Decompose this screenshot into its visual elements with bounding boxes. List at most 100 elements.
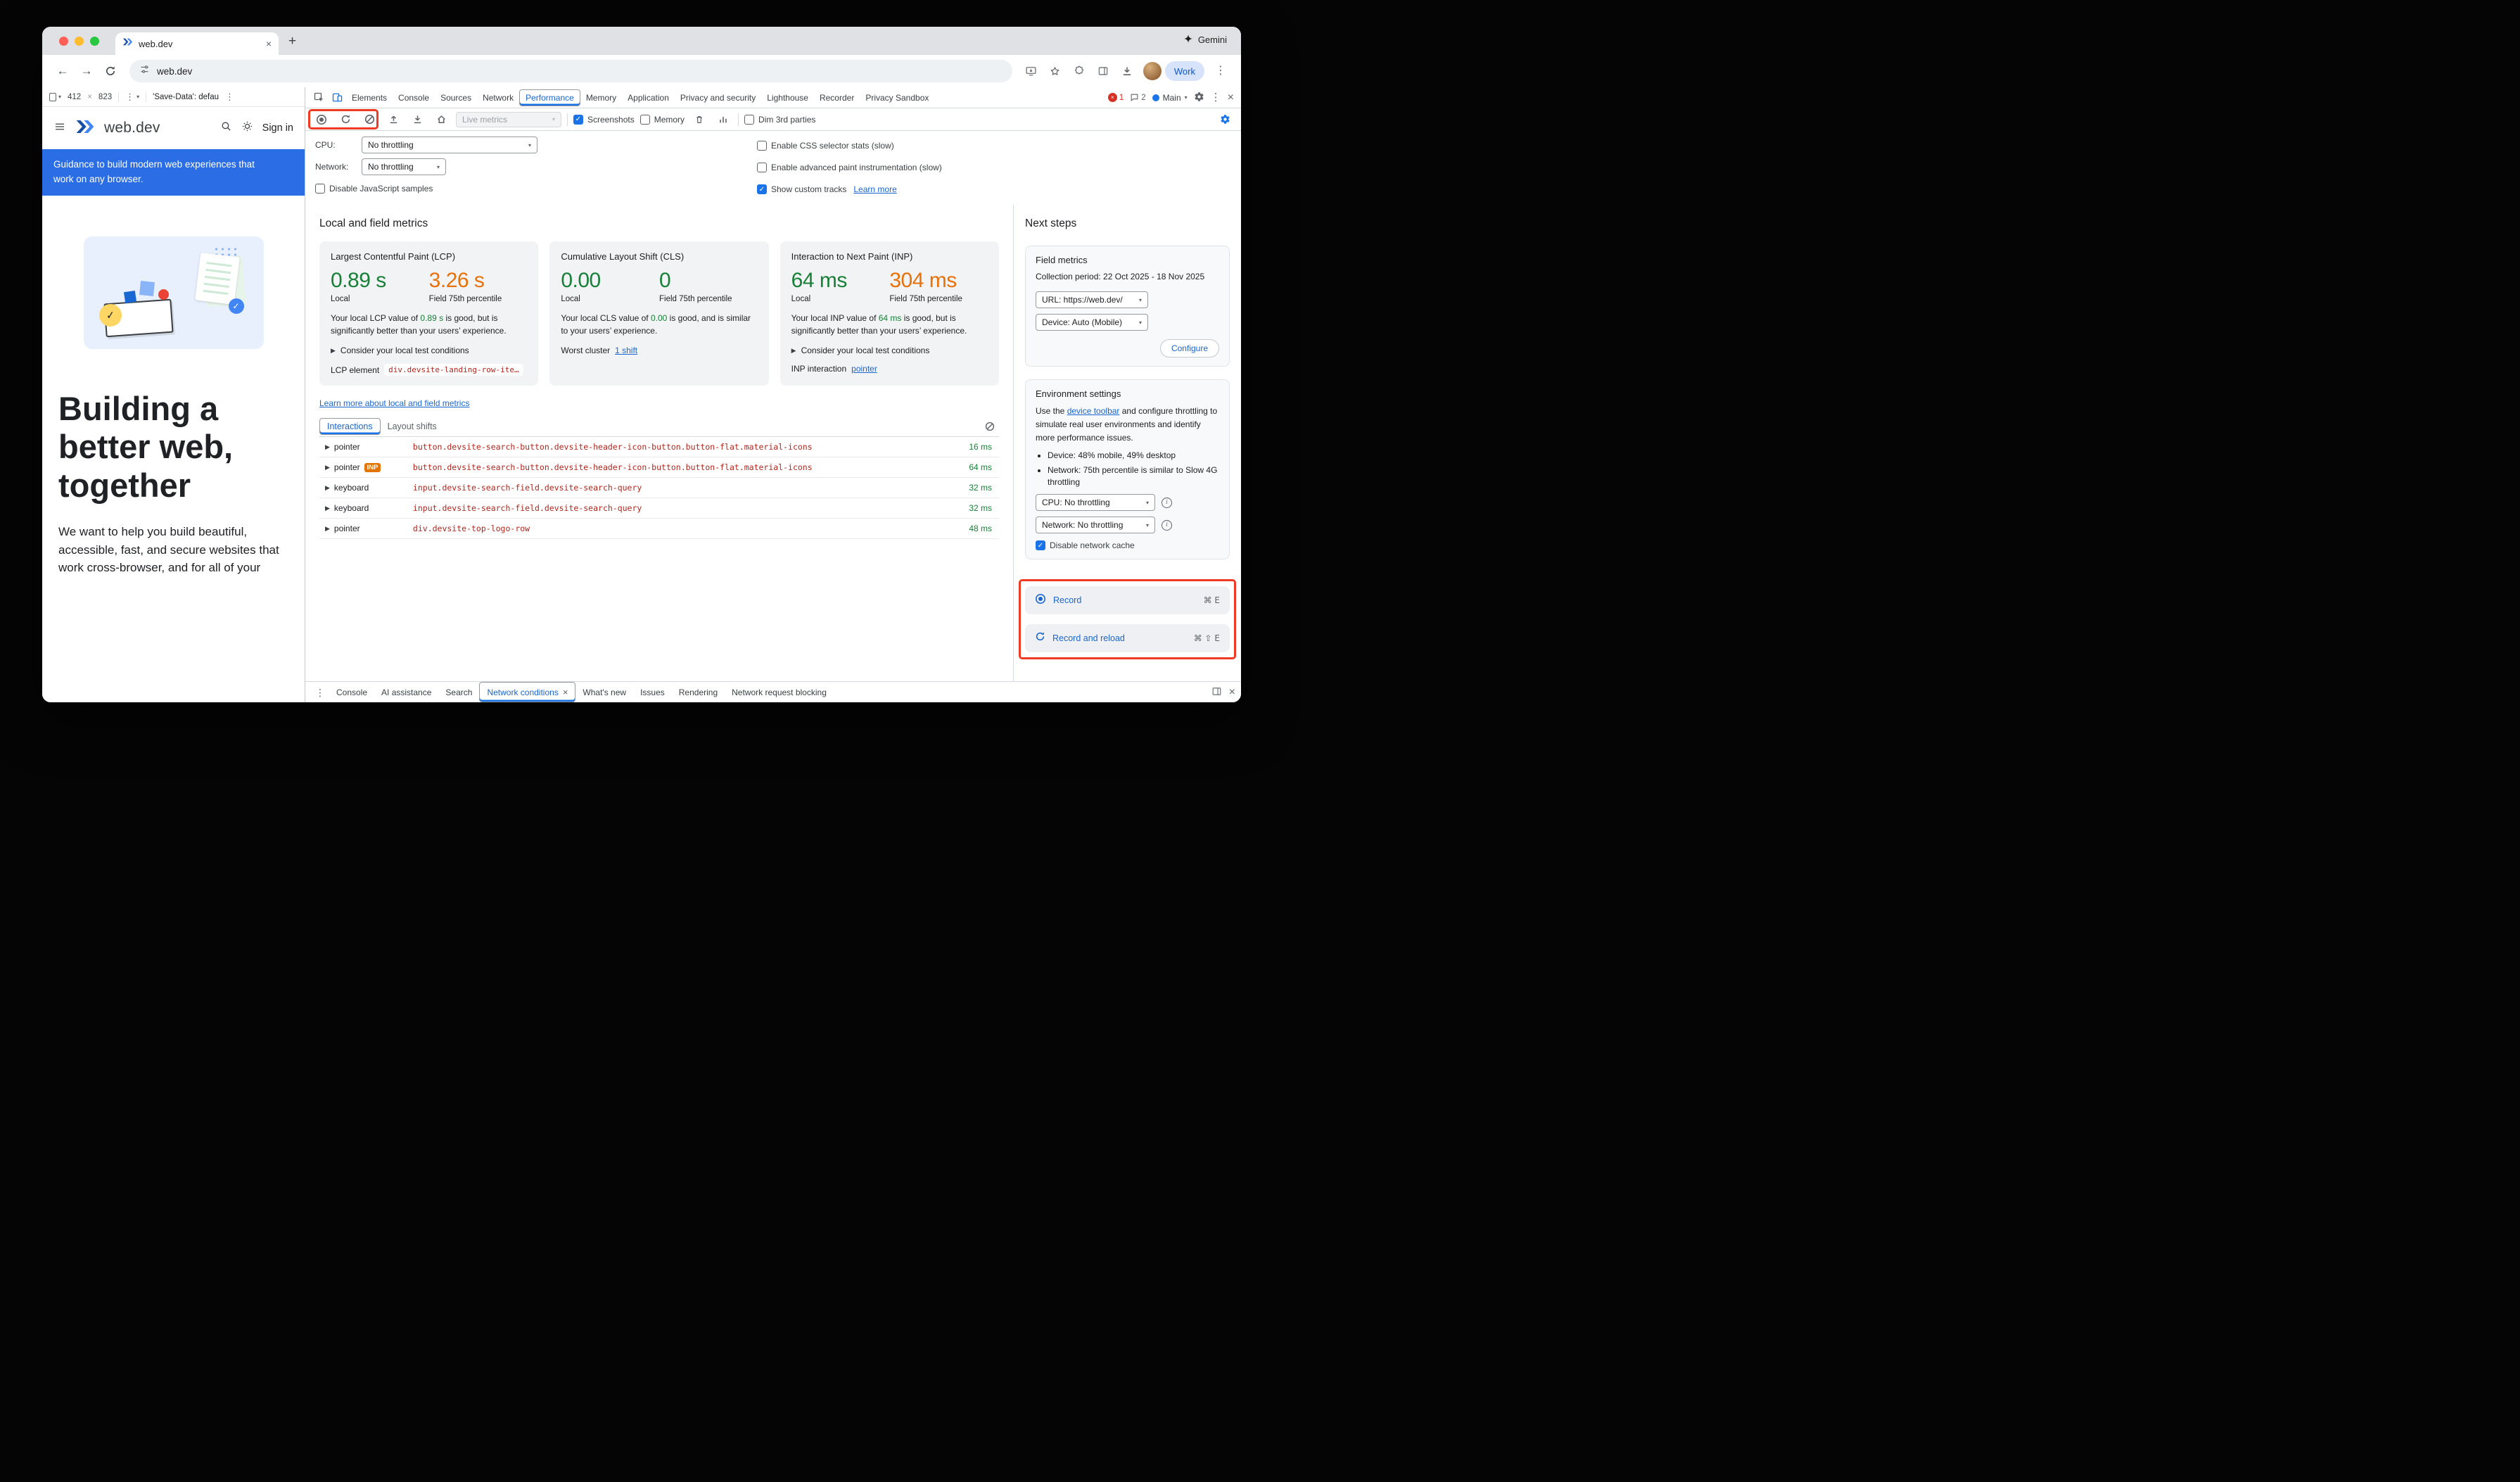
tab-memory[interactable]: Memory xyxy=(580,87,622,108)
worst-cluster-link[interactable]: 1 shift xyxy=(615,346,637,355)
drawer-tab-close-icon[interactable]: × xyxy=(563,688,568,697)
interaction-row[interactable]: ▶ pointer div.devsite-top-logo-row 48 ms xyxy=(319,519,999,539)
screenshots-checkbox[interactable]: Screenshots xyxy=(573,115,635,125)
hamburger-menu-icon[interactable] xyxy=(53,120,66,137)
clear-log-icon[interactable] xyxy=(981,417,999,436)
gemini-button[interactable]: Gemini xyxy=(1183,34,1227,46)
promo-banner[interactable]: Guidance to build modern web experiences… xyxy=(42,149,305,196)
row-expand-icon[interactable]: ▶ xyxy=(325,464,330,471)
console-message-badge[interactable]: 2 xyxy=(1130,93,1145,102)
disable-network-cache-checkbox[interactable]: Disable network cache xyxy=(1036,540,1219,550)
record-and-reload-button[interactable]: Record and reload ⌘ ⇧ E xyxy=(1025,624,1230,652)
record-and-reload-icon[interactable] xyxy=(336,110,355,129)
tab-interactions[interactable]: Interactions xyxy=(319,418,381,435)
forward-icon[interactable]: → xyxy=(76,61,97,82)
interaction-row[interactable]: ▶ keyboard input.devsite-search-field.de… xyxy=(319,498,999,519)
tab-lighthouse[interactable]: Lighthouse xyxy=(761,87,814,108)
drawer-tab-network-request-blocking[interactable]: Network request blocking xyxy=(725,682,834,702)
tab-sources[interactable]: Sources xyxy=(435,87,477,108)
field-url-select[interactable]: URL: https://web.dev/▾ xyxy=(1036,291,1148,308)
tab-application[interactable]: Application xyxy=(622,87,675,108)
search-icon[interactable] xyxy=(220,120,232,136)
drawer-menu-icon[interactable]: ⋮ xyxy=(311,688,329,697)
browser-tab[interactable]: web.dev × xyxy=(115,32,279,55)
webdev-logo-text[interactable]: web.dev xyxy=(104,120,160,137)
sidebar-network-select[interactable]: Network: No throttling▾ xyxy=(1036,517,1155,533)
reload-icon[interactable] xyxy=(100,61,121,82)
interaction-row[interactable]: ▶ keyboard input.devsite-search-field.de… xyxy=(319,478,999,498)
minimize-window-button[interactable] xyxy=(75,37,84,46)
paint-instrumentation-checkbox[interactable]: Enable advanced paint instrumentation (s… xyxy=(757,163,942,172)
row-expand-icon[interactable]: ▶ xyxy=(325,505,330,512)
tab-privacy-security[interactable]: Privacy and security xyxy=(675,87,761,108)
extensions-puzzle-icon[interactable] xyxy=(1069,61,1090,82)
drawer-tab-ai-assistance[interactable]: AI assistance xyxy=(374,682,438,702)
drawer-tab-whats-new[interactable]: What's new xyxy=(575,682,633,702)
device-toolbar-more-icon[interactable]: ⋮ xyxy=(225,92,234,101)
sign-in-button[interactable]: Sign in xyxy=(262,122,293,134)
tab-performance[interactable]: Performance xyxy=(519,89,580,106)
clear-icon[interactable] xyxy=(360,110,378,129)
network-throttling-select[interactable]: No throttling▾ xyxy=(362,158,446,175)
field-device-select[interactable]: Device: Auto (Mobile)▾ xyxy=(1036,314,1148,331)
record-button[interactable]: Record ⌘ E xyxy=(1025,586,1230,614)
tab-recorder[interactable]: Recorder xyxy=(814,87,860,108)
garbage-collect-icon[interactable] xyxy=(690,110,708,129)
load-profile-icon[interactable] xyxy=(384,110,402,129)
tab-console[interactable]: Console xyxy=(393,87,435,108)
devtools-menu-icon[interactable]: ⋮ xyxy=(1211,92,1221,103)
inp-interaction-link[interactable]: pointer xyxy=(851,364,877,374)
home-live-metrics-icon[interactable] xyxy=(432,110,450,129)
tab-layout-shifts[interactable]: Layout shifts xyxy=(381,417,444,436)
row-expand-icon[interactable]: ▶ xyxy=(325,484,330,492)
address-bar[interactable]: web.dev xyxy=(129,60,1012,82)
bookmark-star-icon[interactable] xyxy=(1045,61,1066,82)
lcp-element-node-link[interactable]: div.devsite-landing-row-ite… xyxy=(384,364,523,376)
cpu-throttling-select[interactable]: No throttling▾ xyxy=(362,137,537,153)
new-tab-button[interactable]: + xyxy=(288,34,296,49)
devtools-close-icon[interactable]: × xyxy=(1228,92,1234,103)
interaction-row[interactable]: ▶ pointer button.devsite-search-button.d… xyxy=(319,437,999,457)
row-expand-icon[interactable]: ▶ xyxy=(325,525,330,533)
learn-more-metrics-link[interactable]: Learn more about local and field metrics xyxy=(319,398,469,408)
drawer-tab-search[interactable]: Search xyxy=(438,682,479,702)
tab-elements[interactable]: Elements xyxy=(346,87,393,108)
custom-tracks-learn-more-link[interactable]: Learn more xyxy=(853,184,896,194)
error-badge[interactable]: ×1 xyxy=(1108,93,1124,102)
show-custom-tracks-checkbox[interactable]: Show custom tracks xyxy=(757,184,846,194)
disable-js-samples-checkbox[interactable]: Disable JavaScript samples xyxy=(315,184,433,194)
record-icon[interactable] xyxy=(312,110,331,129)
device-toolbar-toggle-icon[interactable] xyxy=(328,87,346,108)
save-profile-icon[interactable] xyxy=(408,110,426,129)
back-icon[interactable]: ← xyxy=(52,61,73,82)
drawer-tab-issues[interactable]: Issues xyxy=(633,682,672,702)
device-toolbar-link[interactable]: device toolbar xyxy=(1067,406,1120,416)
viewport-width-input[interactable]: 412 xyxy=(68,93,81,101)
row-expand-icon[interactable]: ▶ xyxy=(325,443,330,451)
lcp-test-conditions-expander[interactable]: ▶Consider your local test conditions xyxy=(331,346,527,355)
stats-icon[interactable] xyxy=(714,110,732,129)
drawer-close-icon[interactable]: × xyxy=(1229,687,1235,698)
interaction-row[interactable]: ▶ pointerINP button.devsite-search-butto… xyxy=(319,457,999,478)
profile-button[interactable]: Work xyxy=(1143,61,1204,81)
configure-button[interactable]: Configure xyxy=(1160,339,1219,357)
close-window-button[interactable] xyxy=(59,37,68,46)
viewport-height-input[interactable]: 823 xyxy=(98,93,112,101)
maximize-window-button[interactable] xyxy=(90,37,99,46)
dim-3rd-parties-checkbox[interactable]: Dim 3rd parties xyxy=(744,115,815,125)
dimensions-dropdown[interactable]: ▾ xyxy=(49,93,61,101)
throttling-dropdown[interactable]: 'Save-Data': defau xyxy=(153,93,219,101)
install-icon[interactable] xyxy=(1021,61,1042,82)
network-info-icon[interactable]: i xyxy=(1162,520,1172,531)
downloads-icon[interactable] xyxy=(1116,61,1138,82)
browser-menu-icon[interactable]: ⋮ xyxy=(1210,61,1231,82)
site-settings-icon[interactable] xyxy=(139,64,150,78)
memory-checkbox[interactable]: Memory xyxy=(640,115,685,125)
tab-network[interactable]: Network xyxy=(477,87,519,108)
theme-toggle-sun-icon[interactable] xyxy=(241,120,253,136)
zoom-dropdown[interactable]: ⋮▾ xyxy=(125,92,139,101)
cpu-info-icon[interactable]: i xyxy=(1162,498,1172,508)
drawer-tab-network-conditions[interactable]: Network conditions× xyxy=(479,682,575,702)
sidebar-cpu-select[interactable]: CPU: No throttling▾ xyxy=(1036,494,1155,511)
inspect-element-icon[interactable] xyxy=(310,87,328,108)
